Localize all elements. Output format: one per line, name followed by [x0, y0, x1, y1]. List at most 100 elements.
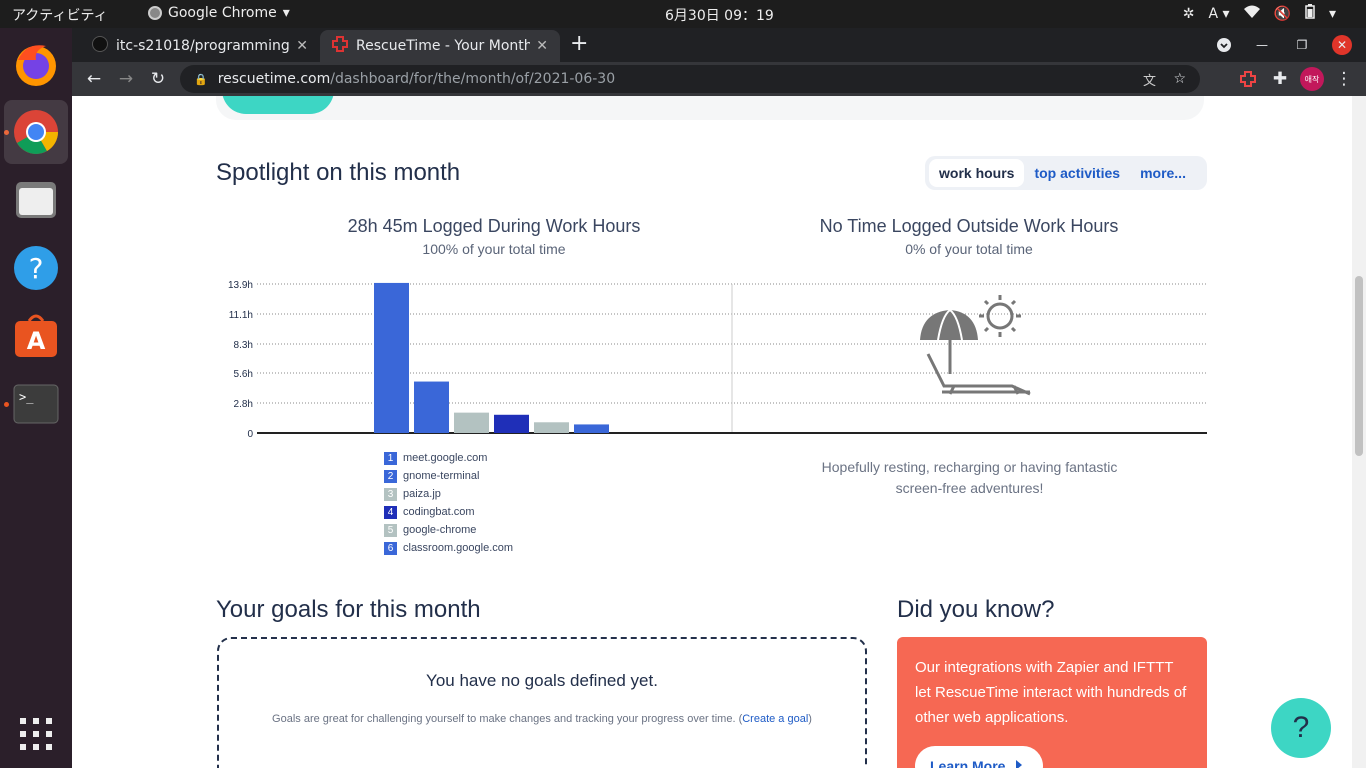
volume-icon[interactable]: 🔇	[1274, 6, 1291, 22]
terminal-launcher[interactable]: >_	[4, 372, 68, 436]
activities-button[interactable]: アクティビティ	[12, 5, 108, 25]
bar	[574, 424, 609, 433]
reload-icon[interactable]: ↻	[146, 67, 170, 91]
profile-avatar[interactable]: 애작	[1300, 67, 1324, 91]
bookmark-star-icon[interactable]: ☆	[1173, 71, 1186, 87]
learn-more-button[interactable]: Learn More	[915, 746, 1043, 768]
accessibility-icon[interactable]: ✲	[1183, 6, 1195, 22]
work-hours-bar-chart: 0 2.8h 5.6h 8.3h 11.1h 13.9h	[228, 280, 1207, 440]
lock-icon[interactable]: 🔒	[194, 73, 208, 86]
svg-text:>_: >_	[19, 390, 34, 404]
beach-chair-icon	[920, 295, 1031, 396]
goals-description-text: Goals are great for challenging yourself…	[272, 713, 743, 725]
legend-item[interactable]: 3 paiza.jp	[384, 485, 513, 503]
legend-number-badge: 6	[384, 541, 397, 555]
legend-number-badge: 1	[384, 451, 397, 465]
bar	[494, 414, 529, 433]
address-bar[interactable]: 🔒 rescuetime.com/dashboard/for/the/month…	[180, 65, 1200, 93]
tab-work-hours[interactable]: work hours	[929, 159, 1025, 187]
system-tray[interactable]: ✲ A ▾ 🔇 ▾	[1183, 4, 1336, 23]
outside-hours-title: No Time Logged Outside Work Hours	[819, 216, 1119, 236]
goals-description-end: )	[808, 713, 812, 725]
show-applications-button[interactable]	[4, 702, 68, 766]
goals-heading: Your goals for this month	[216, 596, 481, 623]
browser-toolbar: ← → ↻ 🔒 rescuetime.com/dashboard/for/the…	[72, 62, 1366, 96]
power-menu-chevron-icon[interactable]: ▾	[1329, 6, 1336, 22]
y-tick-label: 8.3h	[234, 340, 253, 351]
files-icon	[16, 182, 56, 218]
more-menu-icon[interactable]: ⋮	[1332, 67, 1356, 91]
work-hours-subtitle: 100% of your total time	[422, 241, 566, 257]
legend-item[interactable]: 6 classroom.google.com	[384, 539, 513, 557]
legend-label: classroom.google.com	[403, 542, 514, 554]
goals-empty-state: You have no goals defined yet. Goals are…	[217, 637, 867, 768]
help-launcher[interactable]: ?	[4, 236, 68, 300]
y-tick-label: 13.9h	[228, 280, 253, 291]
firefox-launcher[interactable]	[4, 32, 68, 96]
legend-item[interactable]: 1 meet.google.com	[384, 449, 513, 467]
github-icon	[92, 36, 108, 56]
create-goal-link[interactable]: Create a goal	[742, 713, 808, 725]
tab-strip: itc-s21018/programming ✕ RescueTime - Yo…	[72, 28, 1366, 62]
goals-description: Goals are great for challenging yourself…	[219, 713, 865, 725]
input-method-indicator[interactable]: A ▾	[1208, 6, 1229, 22]
translate-icon[interactable]: 文	[1143, 70, 1156, 89]
y-tick-label: 0	[247, 429, 253, 440]
y-tick-label: 11.1h	[229, 310, 253, 321]
outside-hours-message: Hopefully resting, recharging or having …	[821, 459, 1118, 496]
legend-item[interactable]: 2 gnome-terminal	[384, 467, 513, 485]
wifi-icon[interactable]	[1243, 5, 1260, 23]
close-window-button[interactable]: ✕	[1332, 35, 1352, 55]
legend-item[interactable]: 5 google-chrome	[384, 521, 513, 539]
tab-more[interactable]: more...	[1130, 159, 1196, 187]
software-icon: A	[15, 314, 57, 357]
previous-section-card	[216, 96, 1204, 120]
rescuetime-extension-icon[interactable]	[1236, 67, 1260, 91]
previous-section-button[interactable]	[222, 96, 334, 114]
legend-label: google-chrome	[403, 524, 477, 536]
new-tab-button[interactable]: +	[570, 33, 588, 55]
legend-item[interactable]: 4 codingbat.com	[384, 503, 513, 521]
legend-number-badge: 2	[384, 469, 397, 483]
battery-icon[interactable]	[1305, 4, 1315, 23]
dock: ? A >_	[0, 28, 72, 768]
system-top-bar: アクティビティ Google Chrome ▾ 6月30日 09：19 ✲ A …	[0, 0, 1366, 28]
running-indicator	[4, 402, 9, 407]
y-tick-label: 5.6h	[234, 369, 253, 380]
files-launcher[interactable]	[4, 168, 68, 232]
back-icon[interactable]: ←	[82, 67, 106, 91]
tab-rescuetime[interactable]: RescueTime - Your Month! ✕	[320, 30, 560, 62]
software-launcher[interactable]: A	[4, 304, 68, 368]
app-menu[interactable]: Google Chrome ▾	[148, 5, 290, 21]
help-label: ?	[1292, 711, 1310, 744]
tab-title: itc-s21018/programming	[116, 38, 290, 54]
input-method-label: A	[1208, 5, 1219, 22]
chevron-right-icon	[1015, 758, 1023, 768]
chevron-down-icon: ▾	[282, 5, 290, 21]
terminal-icon: >_	[13, 384, 59, 424]
tab-github[interactable]: itc-s21018/programming ✕	[80, 30, 320, 62]
url-host: rescuetime.com	[217, 71, 331, 87]
chrome-launcher[interactable]	[4, 100, 68, 164]
page-scrollbar[interactable]	[1352, 96, 1366, 768]
outside-hours-subtitle: 0% of your total time	[905, 241, 1033, 257]
tab-search-icon[interactable]	[1214, 35, 1234, 55]
maximize-button[interactable]: ❐	[1292, 35, 1312, 55]
work-hours-title: 28h 45m Logged During Work Hours	[347, 216, 641, 236]
scrollbar-thumb[interactable]	[1355, 276, 1363, 456]
help-chat-button[interactable]: ?	[1271, 698, 1331, 758]
legend-label: paiza.jp	[403, 488, 441, 500]
extensions-puzzle-icon[interactable]: ✚	[1268, 67, 1292, 91]
chrome-small-icon	[148, 6, 162, 20]
legend-number-badge: 3	[384, 487, 397, 501]
did-you-know-text: Our integrations with Zapier and IFTTT l…	[915, 659, 1187, 726]
did-you-know-heading: Did you know?	[897, 596, 1055, 623]
tab-top-activities[interactable]: top activities	[1024, 159, 1130, 187]
close-icon[interactable]: ✕	[296, 38, 308, 54]
tab-title: RescueTime - Your Month!	[356, 38, 531, 54]
bar	[454, 412, 489, 433]
clock[interactable]: 6月30日 09：19	[665, 5, 774, 25]
minimize-button[interactable]: —	[1252, 35, 1272, 55]
forward-icon[interactable]: →	[114, 67, 138, 91]
close-icon[interactable]: ✕	[536, 38, 548, 54]
